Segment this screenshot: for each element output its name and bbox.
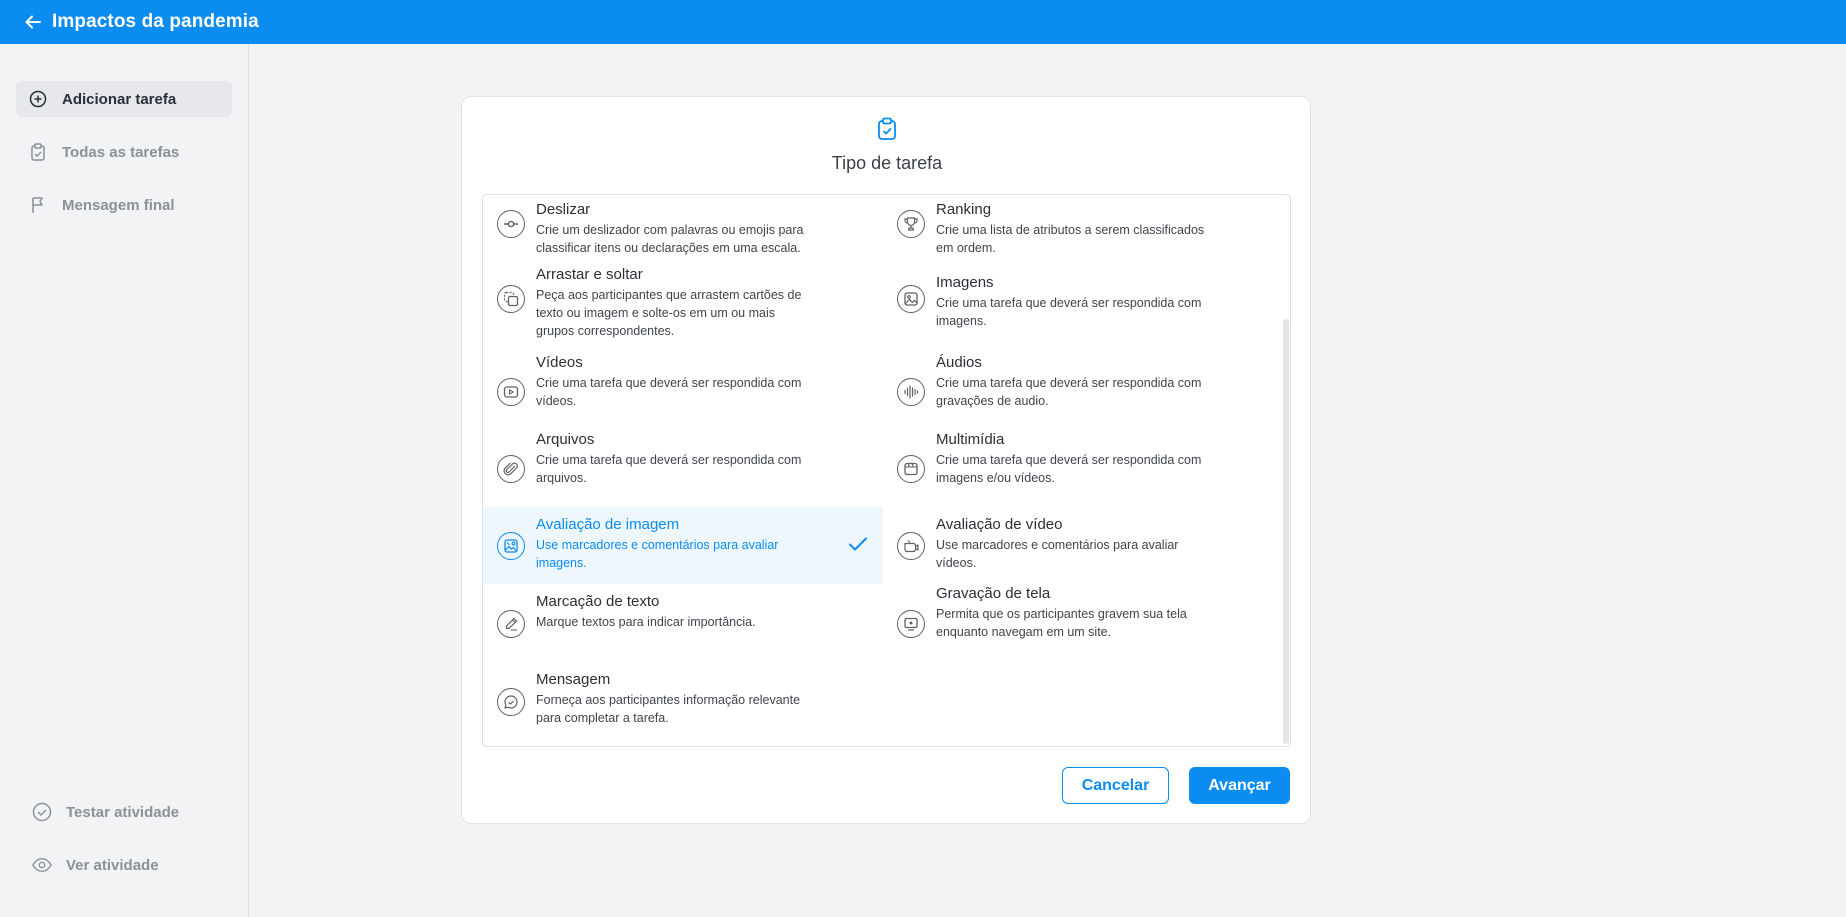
slider-icon: [497, 210, 525, 238]
task-option-name: Ranking: [936, 201, 992, 218]
scrollbar-thumb[interactable]: [1283, 319, 1289, 744]
plus-circle-icon: [28, 89, 48, 109]
task-option-name: Gravação de tela: [936, 585, 1051, 602]
task-option-name: Multimídia: [936, 431, 1005, 448]
arrow-left-icon[interactable]: [22, 11, 44, 33]
sidebar: Adicionar tarefa Todas as tarefas Mensag…: [0, 44, 249, 917]
sidebar-item-all-tasks[interactable]: Todas as tarefas: [16, 134, 232, 170]
task-type-modal: Tipo de tarefa Deslizar Crie um deslizad…: [461, 96, 1311, 824]
task-option-multimedia[interactable]: Multimídia Crie uma tarefa que deverá se…: [883, 430, 1283, 507]
task-option-name: Mensagem: [536, 671, 611, 688]
sidebar-item-label: Testar atividade: [66, 803, 180, 821]
task-option-slider[interactable]: Deslizar Crie um deslizador com palavras…: [483, 195, 883, 265]
multimedia-icon: [897, 455, 925, 483]
task-option-desc: Crie uma tarefa que deverá ser respondid…: [936, 453, 1202, 485]
task-option-drag-drop[interactable]: Arrastar e soltar Peça aos participantes…: [483, 265, 883, 353]
clipboard-check-icon: [875, 117, 899, 143]
task-option-name: Imagens: [936, 274, 994, 291]
audio-wave-icon: [897, 378, 925, 406]
task-option-desc: Crie uma tarefa que deverá ser respondid…: [936, 296, 1202, 328]
video-review-icon: [897, 532, 925, 560]
task-type-list: Deslizar Crie um deslizador com palavras…: [482, 194, 1291, 747]
task-option-desc: Crie uma tarefa que deverá ser respondid…: [936, 376, 1202, 408]
modal-icon-wrap: [462, 117, 1312, 146]
task-option-images[interactable]: Imagens Crie uma tarefa que deverá ser r…: [883, 265, 1283, 353]
task-option-desc: Crie uma tarefa que deverá ser respondid…: [536, 453, 802, 485]
image-icon: [897, 285, 925, 313]
clipboard-icon: [28, 142, 48, 162]
sidebar-item-test-activity[interactable]: Testar atividade: [20, 794, 236, 830]
task-option-name: Arrastar e soltar: [536, 266, 643, 283]
sidebar-item-label: Adicionar tarefa: [62, 90, 177, 108]
cancel-button[interactable]: Cancelar: [1062, 767, 1169, 804]
page-title: Impactos da pandemia: [52, 11, 259, 32]
task-option-desc: Marque textos para indicar importância.: [536, 615, 756, 629]
task-option-screen-recording[interactable]: Gravação de tela Permita que os particip…: [883, 584, 1283, 661]
modal-title: Tipo de tarefa: [831, 153, 943, 173]
eye-icon: [32, 855, 52, 875]
task-option-audios[interactable]: Áudios Crie uma tarefa que deverá ser re…: [883, 353, 1283, 430]
task-option-message[interactable]: Mensagem Forneça aos participantes infor…: [483, 661, 883, 738]
flag-icon: [28, 195, 48, 215]
task-option-name: Deslizar: [536, 201, 591, 218]
check-circle-icon: [32, 802, 52, 822]
message-icon: [497, 688, 525, 716]
sidebar-item-label: Mensagem final: [62, 196, 175, 214]
sidebar-item-label: Todas as tarefas: [62, 143, 180, 161]
task-option-desc: Forneça aos participantes informação rel…: [536, 693, 801, 725]
task-option-desc: Peça aos participantes que arrastem cart…: [536, 288, 802, 338]
task-option-name: Avaliação de vídeo: [936, 516, 1063, 533]
sidebar-item-add-task[interactable]: Adicionar tarefa: [16, 81, 232, 117]
video-play-icon: [497, 378, 525, 406]
sidebar-item-final-message[interactable]: Mensagem final: [16, 187, 232, 223]
task-option-text-marking[interactable]: Marcação de texto Marque textos para ind…: [483, 584, 883, 661]
screen-record-icon: [897, 610, 925, 638]
task-option-ranking[interactable]: Ranking Crie uma lista de atributos a se…: [883, 195, 1283, 265]
list-scrollbar[interactable]: [1282, 195, 1290, 746]
task-option-name: Arquivos: [536, 431, 595, 448]
checkmark-icon: [847, 533, 869, 555]
pen-icon: [497, 610, 525, 638]
task-option-desc: Crie um deslizador com palavras ou emoji…: [536, 223, 804, 255]
task-option-name: Vídeos: [536, 354, 583, 371]
drag-drop-icon: [497, 285, 525, 313]
task-option-desc: Crie uma lista de atributos a serem clas…: [936, 223, 1205, 255]
task-option-name: Avaliação de imagem: [536, 516, 680, 533]
image-review-icon: [497, 532, 525, 560]
task-option-desc: Permita que os participantes gravem sua …: [936, 607, 1187, 639]
task-option-name: Marcação de texto: [536, 593, 660, 610]
task-option-videos[interactable]: Vídeos Crie uma tarefa que deverá ser re…: [483, 353, 883, 430]
task-option-desc: Use marcadores e comentários para avalia…: [536, 538, 779, 570]
sidebar-item-label: Ver atividade: [66, 856, 159, 874]
task-option-image-review[interactable]: Avaliação de imagem Use marcadores e com…: [483, 507, 883, 584]
paperclip-icon: [497, 455, 525, 483]
next-button[interactable]: Avançar: [1189, 767, 1290, 804]
task-option-desc: Crie uma tarefa que deverá ser respondid…: [536, 376, 802, 408]
task-option-desc: Use marcadores e comentários para avalia…: [936, 538, 1179, 570]
sidebar-item-view-activity[interactable]: Ver atividade: [20, 847, 236, 883]
task-option-name: Áudios: [936, 354, 982, 371]
task-option-video-review[interactable]: Avaliação de vídeo Use marcadores e come…: [883, 507, 1283, 584]
trophy-icon: [897, 210, 925, 238]
task-option-files[interactable]: Arquivos Crie uma tarefa que deverá ser …: [483, 430, 883, 507]
top-bar: Impactos da pandemia: [0, 0, 1846, 44]
